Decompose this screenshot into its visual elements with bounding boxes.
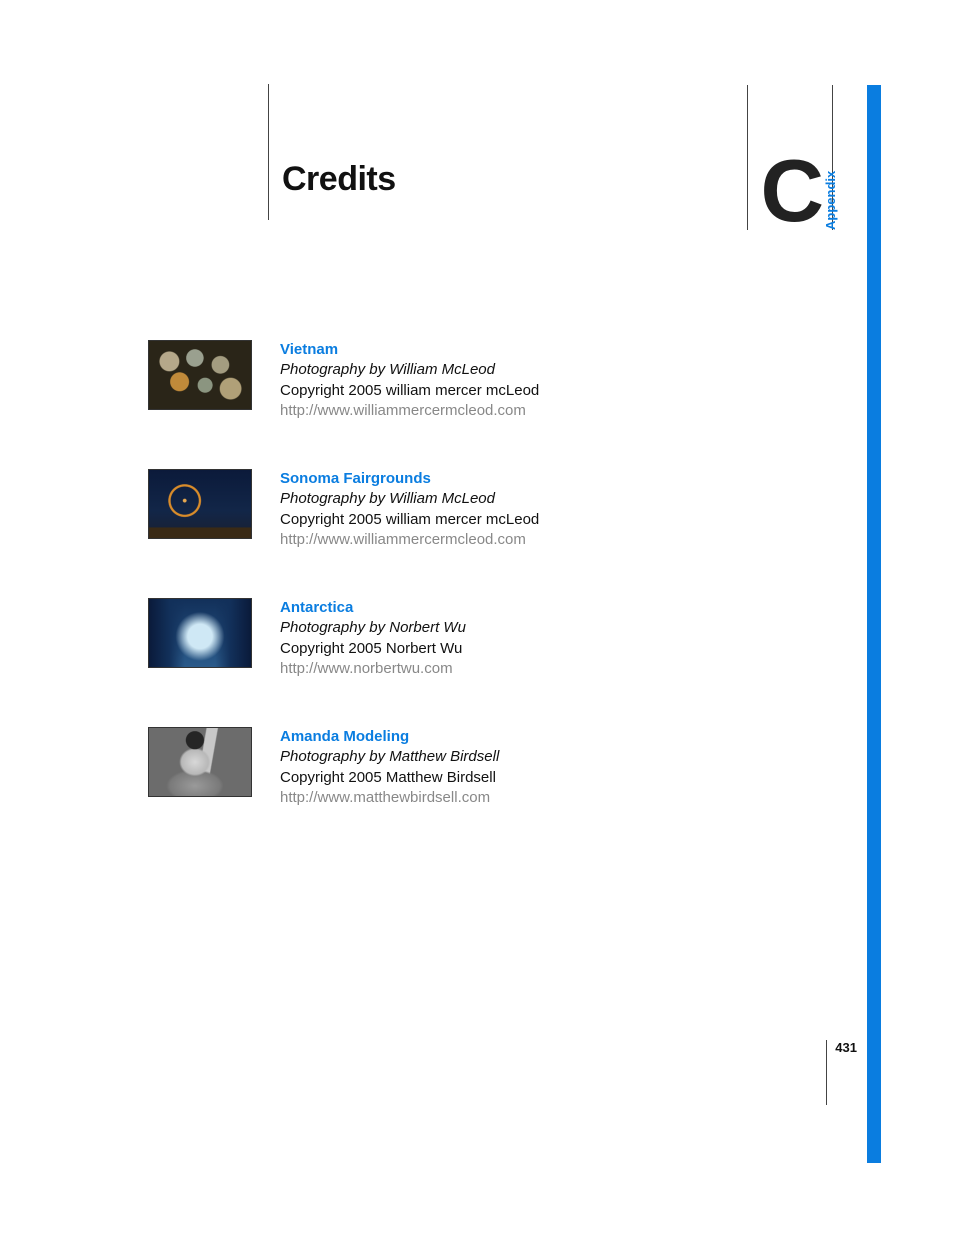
side-accent-bar <box>867 85 881 1163</box>
credit-url: http://www.williammercermcleod.com <box>280 401 539 421</box>
appendix-letter-wrap: C <box>747 85 832 230</box>
credit-title: Antarctica <box>280 598 466 618</box>
credit-byline: Photography by Matthew Birdsell <box>280 747 499 767</box>
credit-byline: Photography by William McLeod <box>280 360 539 380</box>
credit-url: http://www.norbertwu.com <box>280 659 466 679</box>
credit-thumbnail <box>148 340 252 410</box>
credit-text: Antarctica Photography by Norbert Wu Cop… <box>280 598 466 679</box>
credit-url: http://www.williammercermcleod.com <box>280 530 539 550</box>
page-title: Credits <box>282 160 396 199</box>
credit-copyright: Copyright 2005 william mercer mcLeod <box>280 381 539 401</box>
credit-copyright: Copyright 2005 Matthew Birdsell <box>280 768 499 788</box>
appendix-letter: C <box>760 151 820 230</box>
credit-title: Vietnam <box>280 340 539 360</box>
appendix-label-wrap: Appendix <box>832 85 859 230</box>
credit-url: http://www.matthewbirdsell.com <box>280 788 499 808</box>
appendix-marker: C Appendix <box>747 85 859 230</box>
appendix-label: Appendix <box>823 171 838 230</box>
title-rule <box>268 84 269 220</box>
credit-title: Amanda Modeling <box>280 727 499 747</box>
page-number: 431 <box>835 1040 857 1055</box>
credit-entry: Amanda Modeling Photography by Matthew B… <box>148 727 688 808</box>
credit-entry: Sonoma Fairgrounds Photography by Willia… <box>148 469 688 550</box>
credit-entry: Antarctica Photography by Norbert Wu Cop… <box>148 598 688 679</box>
credit-text: Amanda Modeling Photography by Matthew B… <box>280 727 499 808</box>
credit-thumbnail <box>148 727 252 797</box>
credit-text: Vietnam Photography by William McLeod Co… <box>280 340 539 421</box>
credit-entry: Vietnam Photography by William McLeod Co… <box>148 340 688 421</box>
credit-thumbnail <box>148 469 252 539</box>
credit-thumbnail <box>148 598 252 668</box>
credit-title: Sonoma Fairgrounds <box>280 469 539 489</box>
credit-text: Sonoma Fairgrounds Photography by Willia… <box>280 469 539 550</box>
credits-list: Vietnam Photography by William McLeod Co… <box>148 340 688 856</box>
page-number-wrap: 431 <box>826 1040 857 1105</box>
credit-byline: Photography by Norbert Wu <box>280 618 466 638</box>
credit-copyright: Copyright 2005 william mercer mcLeod <box>280 510 539 530</box>
credit-byline: Photography by William McLeod <box>280 489 539 509</box>
credit-copyright: Copyright 2005 Norbert Wu <box>280 639 466 659</box>
